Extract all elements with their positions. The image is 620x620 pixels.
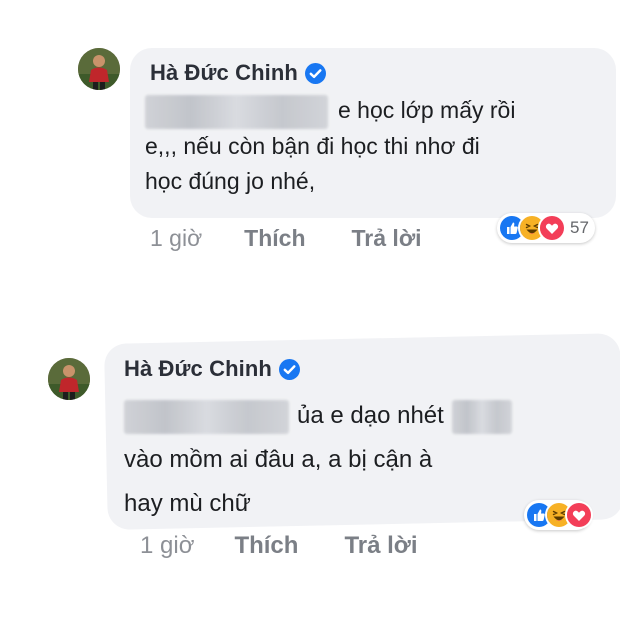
comment-text: e học lớp mấy rồi e,,, nếu còn bận đi họ… bbox=[145, 93, 515, 199]
comment-line: học đúng jo nhé, bbox=[145, 164, 515, 199]
comment-screenshot: Hà Đức Chinh e học lớp mấy rồi e,,, nếu … bbox=[0, 0, 620, 620]
comment-2: Hà Đức Chinh ủa e dạo nhét vào mồm ai đâ… bbox=[0, 300, 620, 620]
comment-line: hay mù chữ bbox=[124, 482, 512, 526]
author-row: Hà Đức Chinh bbox=[150, 60, 326, 86]
avatar[interactable] bbox=[48, 358, 90, 400]
comment-line-text: hay mù chữ bbox=[124, 490, 251, 517]
comment-line-text: e,,, nếu còn bận đi học thi nhơ đi bbox=[145, 132, 480, 159]
comment-actions: 1 giờ Thích Trả lời bbox=[150, 225, 422, 252]
comment-line: e học lớp mấy rồi bbox=[145, 93, 515, 129]
like-button[interactable]: Thích bbox=[234, 532, 298, 560]
redacted-mention bbox=[145, 94, 328, 129]
love-icon bbox=[567, 503, 591, 527]
reaction-count[interactable]: 57 bbox=[570, 218, 589, 238]
avatar[interactable] bbox=[78, 48, 120, 90]
reply-button[interactable]: Trả lời bbox=[352, 225, 422, 252]
comment-time[interactable]: 1 giờ bbox=[140, 532, 194, 560]
comment-1: Hà Đức Chinh e học lớp mấy rồi e,,, nếu … bbox=[0, 0, 620, 260]
avatar-image bbox=[78, 48, 120, 90]
reactions-summary[interactable] bbox=[524, 500, 591, 530]
love-icon bbox=[540, 216, 564, 240]
verified-badge-icon bbox=[278, 358, 300, 380]
comment-line-text: học đúng jo nhé, bbox=[145, 167, 316, 194]
author-name[interactable]: Hà Đức Chinh bbox=[124, 356, 272, 382]
like-button[interactable]: Thích bbox=[244, 225, 305, 252]
author-row: Hà Đức Chinh bbox=[124, 356, 300, 382]
redacted-word bbox=[451, 399, 512, 434]
comment-line: e,,, nếu còn bận đi học thi nhơ đi bbox=[145, 129, 515, 164]
comment-line-text: ủa e dạo nhét bbox=[297, 402, 444, 429]
redacted-mention bbox=[124, 399, 289, 434]
comment-line-text: e học lớp mấy rồi bbox=[338, 97, 516, 123]
author-name[interactable]: Hà Đức Chinh bbox=[150, 60, 298, 86]
avatar-image bbox=[48, 358, 90, 400]
comment-actions: 1 giờ Thích Trả lời bbox=[140, 532, 418, 560]
comment-line: ủa e dạo nhét bbox=[124, 394, 512, 438]
comment-line-text: vào mồm ai đâu a, a bị cận à bbox=[124, 446, 433, 473]
reactions-summary[interactable]: 57 bbox=[497, 213, 595, 243]
comment-time[interactable]: 1 giờ bbox=[150, 225, 202, 252]
comment-line: vào mồm ai đâu a, a bị cận à bbox=[124, 438, 512, 482]
comment-text: ủa e dạo nhét vào mồm ai đâu a, a bị cận… bbox=[124, 394, 512, 526]
verified-badge-icon bbox=[304, 62, 326, 84]
reply-button[interactable]: Trả lời bbox=[344, 532, 417, 560]
